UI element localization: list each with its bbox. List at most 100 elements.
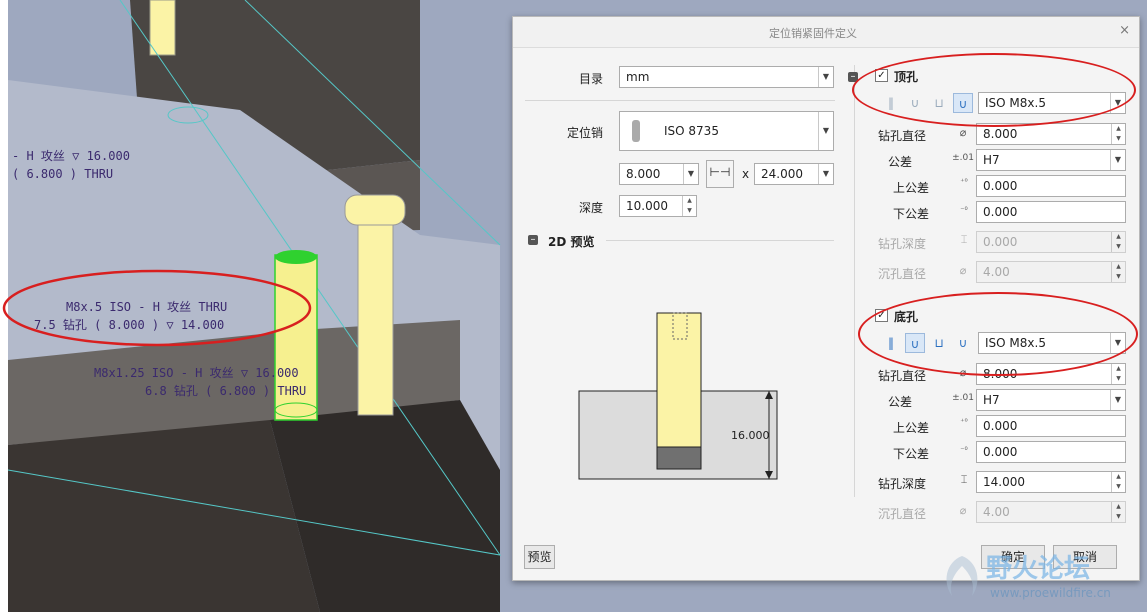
pin-select[interactable]: ISO 8735 ▼ xyxy=(619,111,834,151)
watermark-name: 野火论坛 xyxy=(986,554,1091,584)
bottom-lower-label: 下公差 xyxy=(893,447,930,461)
red-ring-top-hole xyxy=(852,53,1136,127)
top-upper-label: 上公差 xyxy=(893,181,930,195)
preview-pin xyxy=(656,312,702,448)
pin-label: 定位销 xyxy=(566,126,603,140)
upper-pin-stub xyxy=(149,0,176,56)
top-counterbore-input: 4.00 ▲ ▼ xyxy=(976,261,1126,283)
lower-tolerance-icon: ₋₀ xyxy=(960,443,968,452)
top-upper-input[interactable]: 0.000 xyxy=(976,175,1126,197)
preview-section-title: 2D 预览 xyxy=(548,235,595,249)
depth-stepper[interactable]: ▲ ▼ xyxy=(682,196,696,216)
bottom-counterbore-input: 4.00 ▲ ▼ xyxy=(976,501,1126,523)
top-depth-value: 0.000 xyxy=(983,235,1018,249)
watermark: 野火论坛 www.proewildfire.cn xyxy=(938,548,1146,610)
depth-value: 10.000 xyxy=(626,199,668,213)
chevron-down-icon: ▼ xyxy=(1110,390,1125,410)
note2-line1: M8x.5 ISO - H 攻丝 THRU xyxy=(66,300,227,314)
column-divider xyxy=(854,65,855,497)
times-glyph: x xyxy=(742,167,750,181)
depth-label: 深度 xyxy=(578,201,603,215)
dialog-titlebar[interactable]: 定位销紧固件定义 × xyxy=(513,17,1139,48)
top-lower-label: 下公差 xyxy=(893,207,930,221)
top-drill-diameter-label: 钻孔直径 xyxy=(878,129,927,143)
stepper[interactable]: ▲ ▼ xyxy=(1111,364,1125,384)
diameter-value: 8.000 xyxy=(626,167,661,181)
red-ring-bottom-hole xyxy=(858,292,1138,376)
length-select[interactable]: 24.000 ▼ xyxy=(754,163,834,185)
bottom-lower-value: 0.000 xyxy=(983,445,1018,459)
chevron-down-icon: ▼ xyxy=(1110,150,1125,170)
pin-value: ISO 8735 xyxy=(664,124,719,138)
preview-button[interactable]: 预览 xyxy=(524,545,555,569)
top-depth-label: 钻孔深度 xyxy=(878,237,927,251)
top-counterbore-value: 4.00 xyxy=(983,265,1010,279)
collapse-icon[interactable]: – xyxy=(528,235,538,245)
catalog-label: 目录 xyxy=(578,72,603,86)
top-upper-value: 0.000 xyxy=(983,179,1018,193)
top-drill-diameter-value: 8.000 xyxy=(983,127,1018,141)
bottom-upper-label: 上公差 xyxy=(893,421,930,435)
top-tolerance-value: H7 xyxy=(983,153,1000,167)
top-depth-input: 0.000 ▲ ▼ xyxy=(976,231,1126,253)
diameter-icon: ⌀ xyxy=(959,126,967,139)
watermark-logo-icon xyxy=(946,556,978,596)
length-value: 24.000 xyxy=(761,167,803,181)
green-pin-top xyxy=(275,250,317,264)
chevron-down-icon: ▼ xyxy=(818,164,833,184)
chevron-down-icon: ▼ xyxy=(818,112,833,150)
bottom-lower-input[interactable]: 0.000 xyxy=(976,441,1126,463)
note3-line2: 6.8 钻孔 ( 6.800 ) THRU xyxy=(145,383,306,398)
bottom-tolerance-value: H7 xyxy=(983,393,1000,407)
note1-line2: ( 6.800 ) THRU xyxy=(12,167,113,181)
note3-line1: M8x1.25 ISO - H 攻丝 ▽ 16.000 xyxy=(94,366,299,380)
note1-line1: - H 攻丝 ▽ 16.000 xyxy=(12,149,130,163)
top-tolerance-select[interactable]: H7 ▼ xyxy=(976,149,1126,171)
dialog-title: 定位销紧固件定义 xyxy=(769,27,857,40)
top-tolerance-label: 公差 xyxy=(888,155,913,169)
preview-dimension-text: 16.000 xyxy=(731,429,770,442)
chevron-down-icon: ▼ xyxy=(818,67,833,87)
bottom-counterbore-value: 4.00 xyxy=(983,505,1010,519)
stepper[interactable]: ▲ ▼ xyxy=(1111,472,1125,492)
top-lower-input[interactable]: 0.000 xyxy=(976,201,1126,223)
pin-icon xyxy=(632,120,640,142)
watermark-url: www.proewildfire.cn xyxy=(990,586,1111,600)
chevron-down-icon: ▼ xyxy=(683,164,698,184)
bottom-tolerance-select[interactable]: H7 ▼ xyxy=(976,389,1126,411)
top-lower-value: 0.000 xyxy=(983,205,1018,219)
bottom-upper-value: 0.000 xyxy=(983,419,1018,433)
depth-icon: ⌶ xyxy=(960,233,968,246)
depth-input[interactable]: 10.000 ▲ ▼ xyxy=(619,195,697,217)
close-icon[interactable]: × xyxy=(1119,23,1130,38)
depth-icon: ⌶ xyxy=(960,473,968,486)
divider xyxy=(525,100,835,101)
divider xyxy=(606,240,834,241)
tolerance-icon: ±.01 xyxy=(952,393,974,403)
pin-head xyxy=(344,194,406,226)
bottom-depth-input[interactable]: 14.000 ▲ ▼ xyxy=(976,471,1126,493)
upper-tolerance-icon: ⁺⁰ xyxy=(960,177,968,186)
catalog-select[interactable]: mm ▼ xyxy=(619,66,834,88)
bottom-depth-value: 14.000 xyxy=(983,475,1025,489)
diameter-select[interactable]: 8.000 ▼ xyxy=(619,163,699,185)
pin-shank xyxy=(357,224,394,416)
length-dimension-icon[interactable]: ⊢⊣ xyxy=(706,160,734,188)
counterbore-icon: ⌀ xyxy=(959,264,967,277)
upper-tolerance-icon: ⁺⁰ xyxy=(960,417,968,426)
note2-line2: 7.5 钻孔 ( 8.000 ) ▽ 14.000 xyxy=(34,317,224,332)
tolerance-icon: ±.01 xyxy=(952,153,974,163)
bottom-counterbore-label: 沉孔直径 xyxy=(878,507,927,521)
stepper: ▲ ▼ xyxy=(1111,262,1125,282)
catalog-value: mm xyxy=(626,70,650,84)
bottom-upper-input[interactable]: 0.000 xyxy=(976,415,1126,437)
stepper: ▲ ▼ xyxy=(1111,232,1125,252)
top-counterbore-label: 沉孔直径 xyxy=(878,267,927,281)
preview-drawing: 16.000 xyxy=(578,312,778,480)
stepper[interactable]: ▲ ▼ xyxy=(1111,124,1125,144)
stepper: ▲ ▼ xyxy=(1111,502,1125,522)
bottom-tolerance-label: 公差 xyxy=(888,395,913,409)
counterbore-icon: ⌀ xyxy=(959,504,967,517)
lower-tolerance-icon: ₋₀ xyxy=(960,203,968,212)
bottom-depth-label: 钻孔深度 xyxy=(878,477,927,491)
